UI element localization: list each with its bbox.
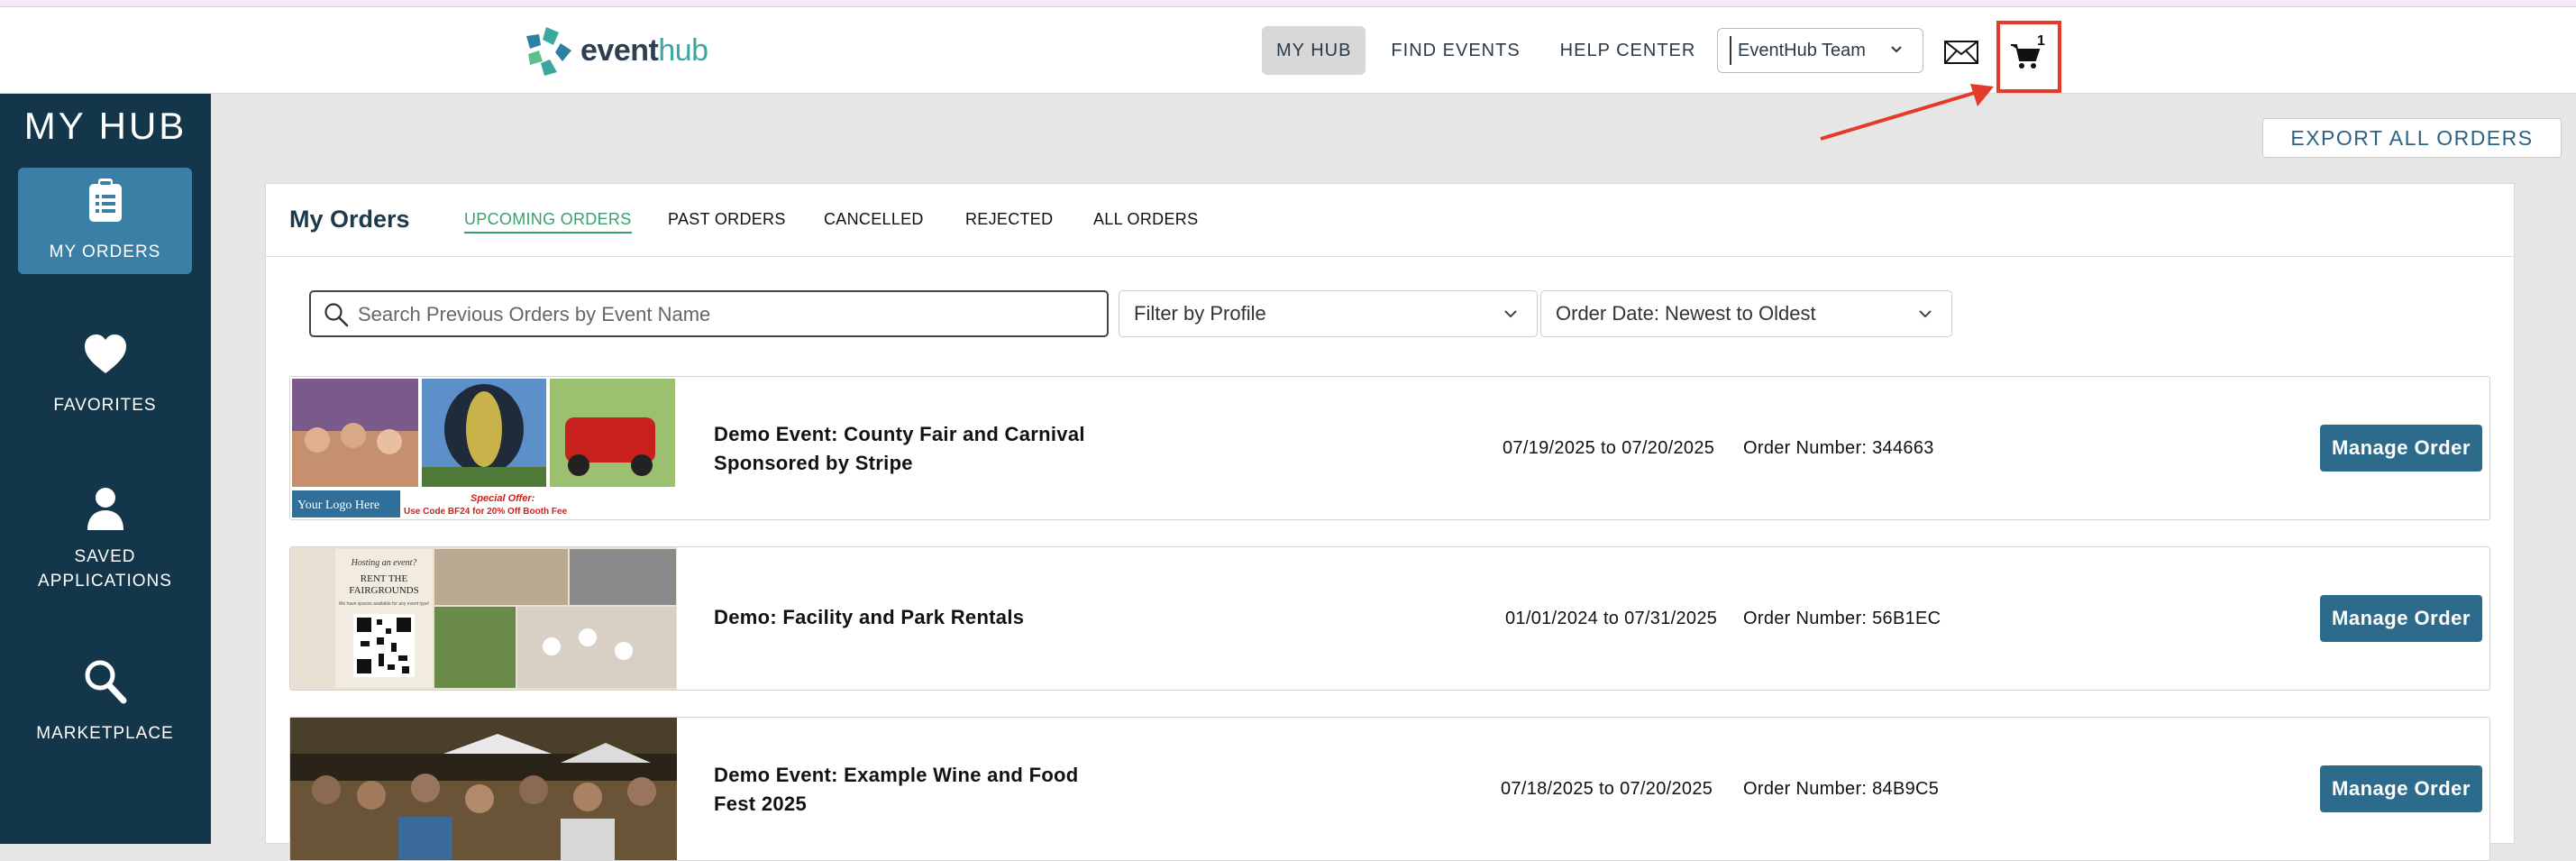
event-banner-image[interactable] [290,718,677,860]
wine-food-fest-banner-image [290,718,677,860]
eventhub-logo-mark-icon [526,27,571,76]
banner-offer-title: Special Offer: [470,493,535,504]
chevron-down-icon [1891,46,1902,53]
event-name-line1: Demo Event: Example Wine and Food [714,764,1079,786]
event-dates: 07/18/2025 to 07/20/2025 [1501,779,1713,799]
manage-order-button[interactable]: Manage Order [2320,765,2482,812]
sidebar: MY HUB MY ORDERS FAVORITES SAVED APPLICA… [0,94,211,844]
banner-line3: FAIRGROUNDS [349,585,418,596]
order-row: Demo Event: Example Wine and Food Fest 2… [289,717,2490,861]
event-name[interactable]: Demo Event: Example Wine and Food Fest 2… [714,761,1079,819]
search-icon [85,660,126,704]
order-row: Your Logo Here Special Offer: Use Code B… [289,376,2490,520]
event-name-line2: Sponsored by Stripe [714,452,913,474]
manage-order-button[interactable]: Manage Order [2320,595,2482,642]
sort-order-select[interactable]: Order Date: Newest to Oldest [1540,290,1952,337]
banner-line1: Hosting an event? [351,558,417,568]
sidebar-item-label: FAVORITES [53,396,157,415]
team-dropdown[interactable]: EventHub Team [1717,28,1923,73]
order-search-box[interactable] [309,290,1109,337]
banner-line4: We have spaces available for any event t… [339,601,430,607]
top-accent-line [0,0,2576,7]
eventhub-logo[interactable]: eventhub [523,23,708,78]
sidebar-item-label: MY ORDERS [49,243,161,261]
banner-logo-text: Your Logo Here [297,499,379,512]
annotation-arrow-icon [1820,84,1994,141]
tab-all-orders[interactable]: ALL ORDERS [1093,210,1198,229]
page-title: My Orders [289,206,410,233]
event-name-line1: Demo: Facility and Park Rentals [714,606,1025,628]
order-number: Order Number: 84B9C5 [1743,779,1940,799]
order-row: Hosting an event? RENT THE FAIRGROUNDS W… [289,546,2490,691]
sidebar-item-label: MARKETPLACE [36,724,174,743]
event-dates: 07/19/2025 to 07/20/2025 [1503,438,1715,458]
sort-order-value: Order Date: Newest to Oldest [1556,302,1816,325]
tab-rejected[interactable]: REJECTED [965,210,1053,229]
tab-cancelled[interactable]: CANCELLED [824,210,924,229]
team-dropdown-label: EventHub Team [1738,40,1866,60]
nav-find-events[interactable]: FIND EVENTS [1376,26,1534,75]
event-dates: 01/01/2024 to 07/31/2025 [1505,609,1718,628]
banner-line2: RENT THE [361,573,408,584]
sidebar-item-my-orders[interactable]: MY ORDERS [18,168,192,274]
cart-highlight-box[interactable]: 1 [1996,21,2061,93]
export-all-orders-button[interactable]: EXPORT ALL ORDERS [2262,118,2562,158]
orders-panel: My Orders UPCOMING ORDERS PAST ORDERS CA… [265,183,2515,861]
sidebar-item-favorites[interactable]: FAVORITES [18,323,192,429]
facility-rentals-banner-image: Hosting an event? RENT THE FAIRGROUNDS W… [290,547,677,690]
tab-past-orders[interactable]: PAST ORDERS [668,210,786,229]
cart-icon[interactable] [2010,42,2041,69]
heart-icon [84,334,126,373]
county-fair-banner-image: Your Logo Here Special Offer: Use Code B… [290,377,677,519]
event-name-line1: Demo Event: County Fair and Carnival [714,423,1085,445]
sidebar-item-saved-applications[interactable]: SAVED APPLICATIONS [18,476,192,602]
order-number: Order Number: 56B1EC [1743,609,1941,628]
orders-panel-header: My Orders UPCOMING ORDERS PAST ORDERS CA… [266,184,2514,257]
user-icon [87,488,123,530]
mail-icon[interactable] [1943,40,1979,65]
tab-upcoming-orders[interactable]: UPCOMING ORDERS [464,210,632,234]
search-input[interactable] [358,301,1079,328]
chevron-down-icon [1919,310,1932,318]
sidebar-item-marketplace[interactable]: MARKETPLACE [18,649,192,756]
sidebar-item-label: SAVED APPLICATIONS [38,547,172,591]
top-header: eventhub MY HUB FIND EVENTS HELP CENTER … [0,7,2576,94]
filter-profile-value: Filter by Profile [1134,302,1266,325]
cart-count-badge: 1 [2037,33,2045,49]
banner-offer-text: Use Code BF24 for 20% Off Booth Fee [404,507,568,517]
manage-order-button[interactable]: Manage Order [2320,425,2482,472]
nav-my-hub[interactable]: MY HUB [1262,26,1366,75]
sidebar-title: MY HUB [23,105,187,147]
logo-text: eventhub [580,32,708,68]
event-banner-image[interactable]: Your Logo Here Special Offer: Use Code B… [290,377,677,519]
main-nav: MY HUB FIND EVENTS HELP CENTER [1262,26,1751,75]
clipboard-icon [88,179,122,222]
order-number: Order Number: 344663 [1743,438,1934,458]
event-name[interactable]: Demo Event: County Fair and Carnival Spo… [714,420,1085,478]
event-name-line2: Fest 2025 [714,792,807,815]
event-name[interactable]: Demo: Facility and Park Rentals [714,603,1024,632]
chevron-down-icon [1504,310,1517,318]
nav-help-center[interactable]: HELP CENTER [1546,26,1711,75]
event-banner-image[interactable]: Hosting an event? RENT THE FAIRGROUNDS W… [290,547,677,690]
filter-profile-select[interactable]: Filter by Profile [1119,290,1538,337]
search-icon [324,303,349,327]
